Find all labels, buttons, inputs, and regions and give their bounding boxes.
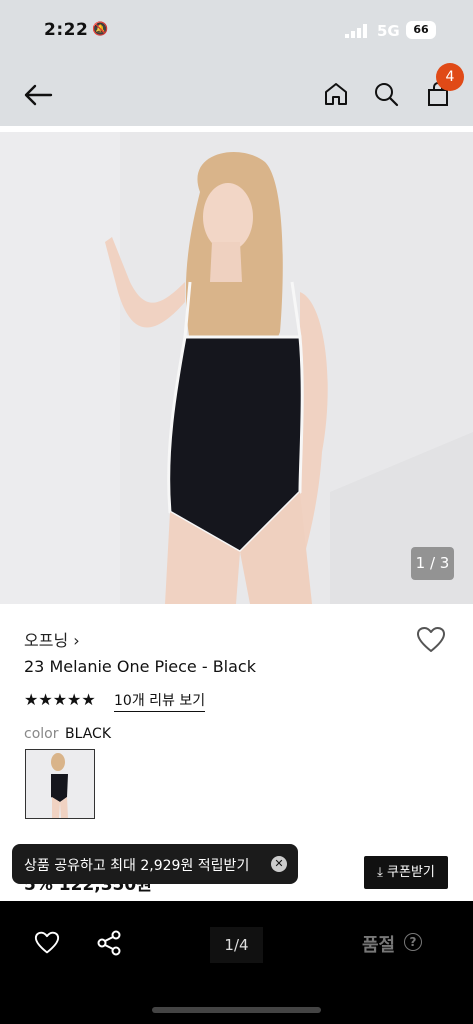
cart-count-badge: 4 [436, 63, 464, 91]
image-counter: 1 / 3 [411, 547, 454, 580]
page-indicator: 1/4 [210, 927, 263, 963]
heart-icon[interactable] [32, 929, 62, 957]
status-time: 2:22 [44, 20, 89, 40]
color-label: color [24, 726, 59, 742]
model-photo [0, 132, 473, 604]
brand-link[interactable]: 오프닝 › [24, 627, 80, 651]
search-icon[interactable] [370, 78, 402, 110]
status-bar: 2:22 🔕 5G 66 [0, 0, 473, 62]
reviews-link[interactable]: 10개 리뷰 보기 [114, 690, 206, 712]
toast-text: 상품 공유하고 최대 2,929원 적립받기 [24, 858, 250, 874]
home-indicator [152, 1007, 321, 1013]
battery-indicator: 66 [406, 21, 436, 39]
mute-icon: 🔕 [92, 22, 109, 37]
rating-stars: ★★★★★ [24, 690, 96, 709]
coupon-button[interactable]: ⤓ 쿠폰받기 [364, 856, 448, 889]
product-image[interactable] [0, 132, 473, 604]
share-reward-toast: 상품 공유하고 최대 2,929원 적립받기 ✕ [12, 844, 298, 884]
close-icon[interactable]: ✕ [271, 856, 287, 872]
color-swatch-black[interactable] [25, 749, 95, 819]
signal-icon [345, 24, 367, 38]
help-icon[interactable]: ? [404, 933, 422, 951]
product-title: 23 Melanie One Piece - Black [24, 657, 256, 676]
top-nav [0, 62, 473, 126]
heart-icon[interactable] [416, 626, 446, 658]
color-value: BLACK [65, 726, 112, 742]
share-icon[interactable] [94, 929, 124, 957]
network-label: 5G [377, 22, 400, 40]
back-arrow-icon[interactable] [22, 79, 54, 111]
home-icon[interactable] [320, 78, 352, 110]
soldout-label: 품절 [362, 935, 396, 956]
